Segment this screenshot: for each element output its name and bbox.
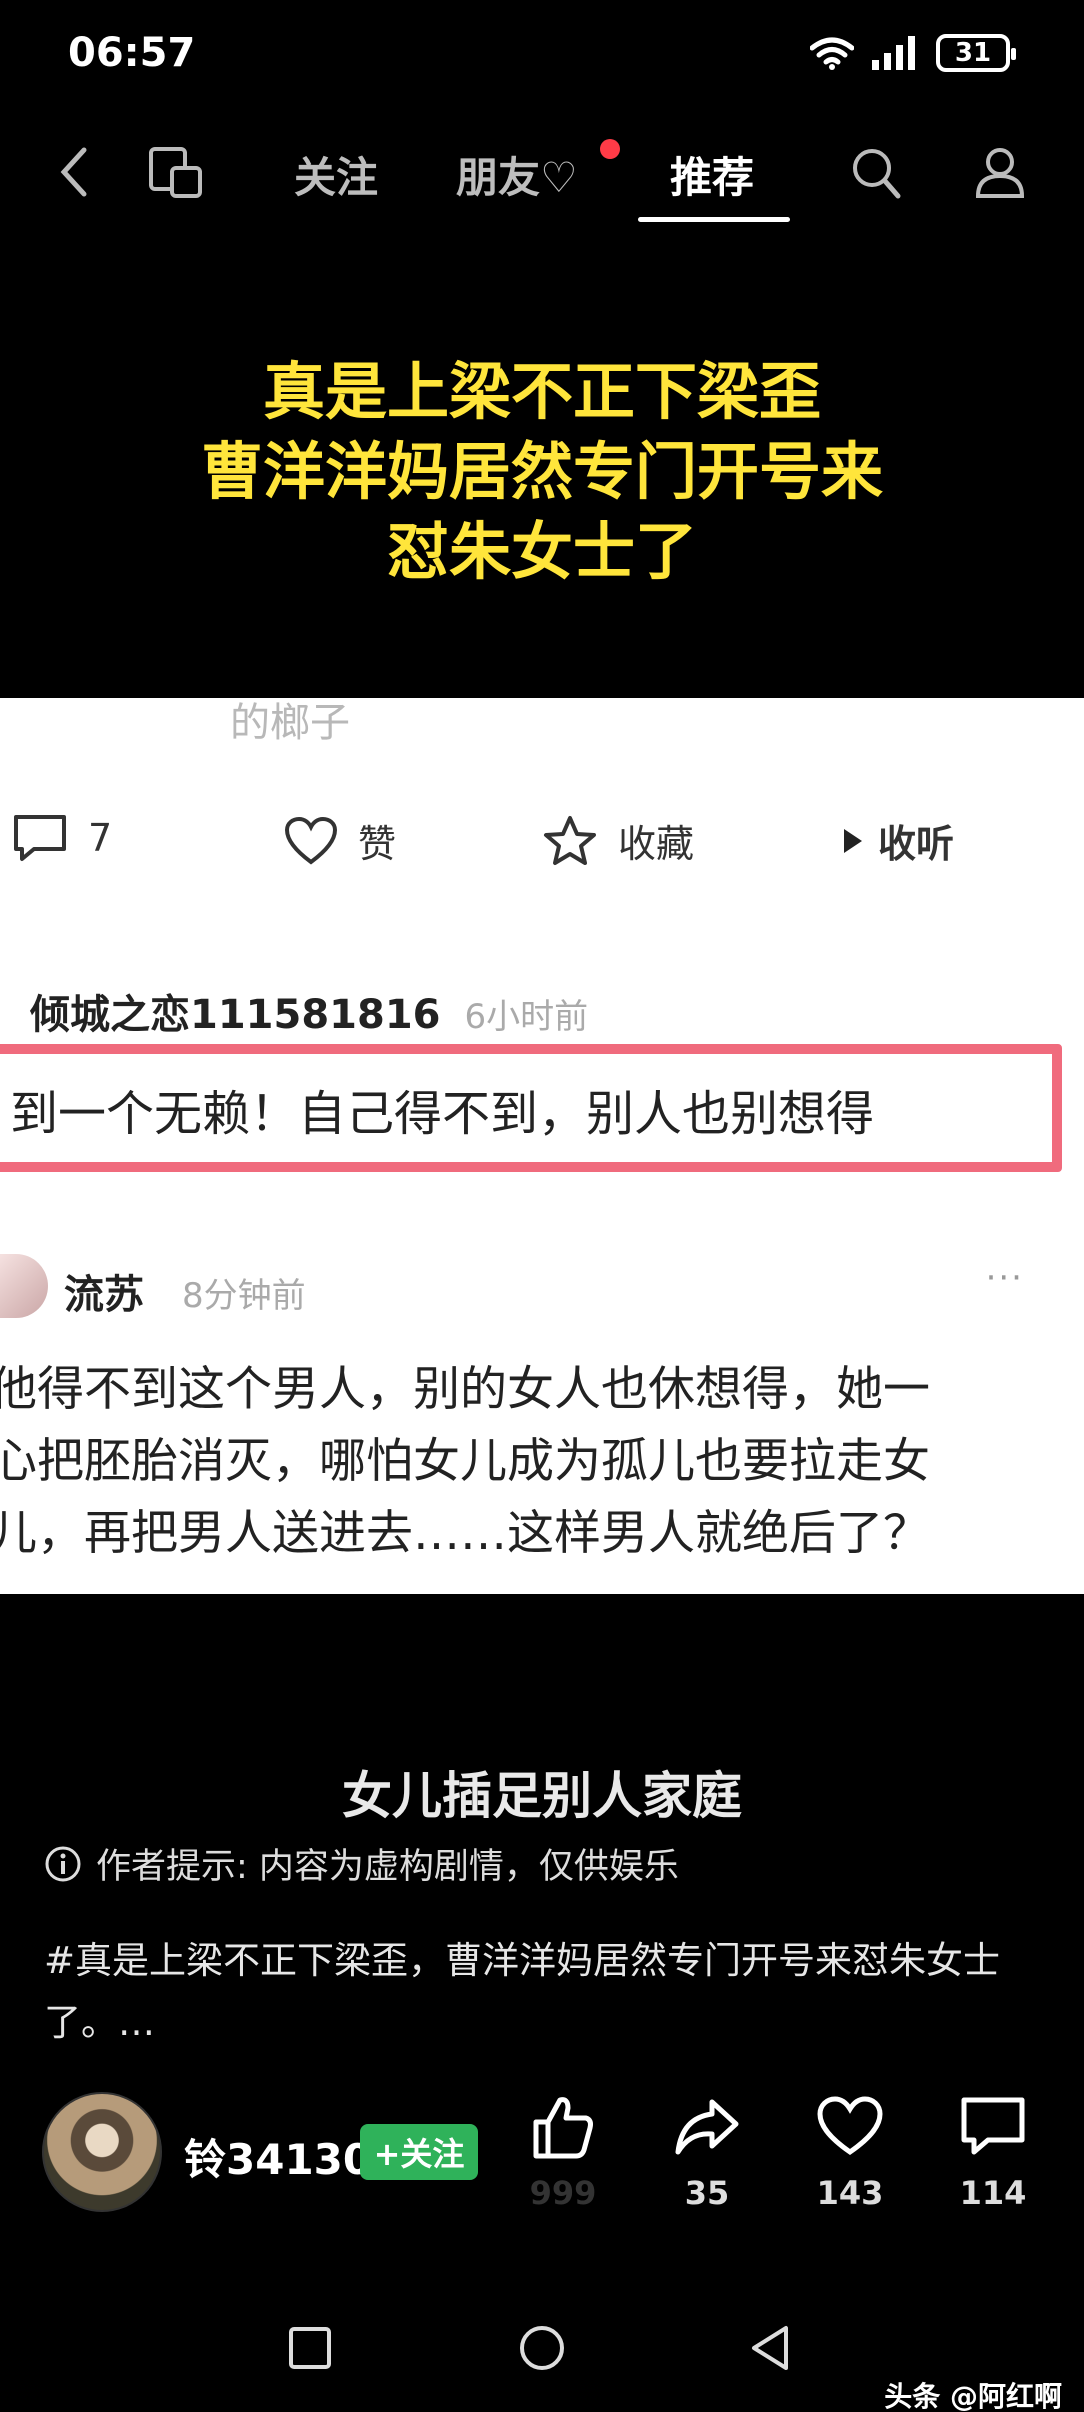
listen-label: 收听 — [878, 822, 955, 866]
tip-text: 作者提示: 内容为虚构剧情，仅供娱乐 — [96, 1847, 679, 1887]
status-icons: 31 — [810, 34, 1016, 72]
comment-stat[interactable]: 114 — [938, 2092, 1048, 2212]
video-title: 女儿插足别人家庭 — [342, 1767, 742, 1825]
thumbs-up-icon — [533, 2097, 593, 2159]
author-tip: 作者提示: 内容为虚构剧情，仅供娱乐 — [44, 1838, 679, 1889]
like-count: 999 — [529, 2174, 597, 2212]
comment-1-author[interactable]: 倾城之恋111581816 — [30, 982, 441, 1040]
tab-recommended[interactable]: 推荐 — [670, 144, 754, 205]
battery-indicator: 31 — [936, 34, 1016, 72]
wifi-icon — [810, 37, 854, 70]
video-headline: 真是上梁不正下梁歪 曹洋洋妈居然专门开号来 怼朱女士了 — [0, 352, 1084, 592]
post-action-row: 7 赞 收藏 收听 — [0, 813, 1084, 893]
back-icon[interactable] — [56, 144, 92, 200]
tab-friends[interactable]: 朋友♡ — [456, 144, 578, 205]
favorite-count: 143 — [816, 2174, 884, 2212]
headline-line-3: 怼朱女士了 — [386, 515, 697, 588]
highlighted-comment: 到一个无赖！自己得不到，别人也别想得 — [0, 1044, 1062, 1172]
heart-icon — [817, 2096, 883, 2156]
tab-following[interactable]: 关注 — [294, 144, 378, 205]
play-icon — [844, 828, 862, 853]
comment-icon — [961, 2097, 1025, 2155]
author-name[interactable]: 铃34130 — [184, 2126, 372, 2187]
avatar[interactable] — [0, 1254, 48, 1318]
faded-text: 的榔子 — [230, 700, 350, 746]
recents-icon[interactable] — [288, 2326, 332, 2370]
signal-icon — [872, 36, 915, 70]
notification-dot — [600, 139, 620, 159]
comment-1-header: 倾城之恋111581816 6小时前 — [30, 982, 588, 1040]
heart-icon — [284, 816, 338, 864]
search-icon[interactable] — [850, 146, 902, 200]
comment-icon — [14, 815, 66, 861]
like-action[interactable]: 赞 — [284, 813, 396, 868]
collect-label: 收藏 — [618, 822, 695, 866]
comment-1-text: 到一个无赖！自己得不到，别人也别想得 — [10, 1086, 875, 1142]
like-stat[interactable]: 999 — [508, 2092, 618, 2212]
comment-count: 7 — [88, 816, 113, 860]
status-time: 06:57 — [68, 30, 196, 76]
headline-line-2: 曹洋洋妈居然专门开号来 — [200, 435, 883, 508]
comment-2-author[interactable]: 流苏 — [64, 1262, 144, 1320]
active-tab-indicator — [638, 217, 790, 222]
share-count: 35 — [684, 2174, 730, 2212]
video-description[interactable]: #真是上梁不正下梁歪，曹洋洋妈居然专门开号来怼朱女士了。… — [44, 1930, 1054, 2054]
like-label: 赞 — [358, 822, 397, 866]
more-options-icon[interactable]: ··· — [986, 1258, 1024, 1298]
watermark: 头条 @阿红啊 — [884, 2380, 1062, 2412]
back-nav-icon[interactable] — [748, 2324, 792, 2372]
listen-action[interactable]: 收听 — [842, 813, 954, 868]
star-icon — [544, 815, 596, 865]
comment-1-time: 6小时前 — [464, 997, 589, 1037]
info-icon — [45, 1846, 81, 1881]
follow-button[interactable]: +关注 — [360, 2124, 478, 2180]
headline-line-1: 真是上梁不正下梁歪 — [262, 355, 821, 428]
share-stat[interactable]: 35 — [652, 2092, 762, 2212]
home-icon[interactable] — [518, 2324, 566, 2372]
comment-2-text: 他得不到这个男人，别的女人也休想得，她一 心把胚胎消灭，哪怕女儿成为孤儿也要拉走… — [0, 1362, 930, 1561]
top-nav: 关注 朋友♡ 推荐 — [0, 130, 1084, 240]
author-row: 铃34130 +关注 999 35 143 114 — [0, 2092, 1084, 2262]
author-avatar[interactable] — [42, 2092, 162, 2212]
comment-2-header: 流苏 8分钟前 ··· — [0, 1254, 1084, 1324]
profile-icon[interactable] — [974, 146, 1026, 200]
embedded-screenshot: 的榔子 7 赞 收藏 收听 倾城之恋111581816 6小时前 到一个无赖！自… — [0, 698, 1084, 1594]
comment-2-time: 8分钟前 — [182, 1276, 306, 1316]
comment-action[interactable]: 7 — [12, 813, 112, 863]
collect-action[interactable]: 收藏 — [542, 813, 694, 868]
status-bar: 06:57 31 — [0, 0, 1084, 110]
share-icon — [675, 2099, 739, 2155]
multi-window-icon[interactable] — [148, 146, 204, 200]
comment-count: 114 — [959, 2174, 1027, 2212]
favorite-stat[interactable]: 143 — [795, 2092, 905, 2212]
